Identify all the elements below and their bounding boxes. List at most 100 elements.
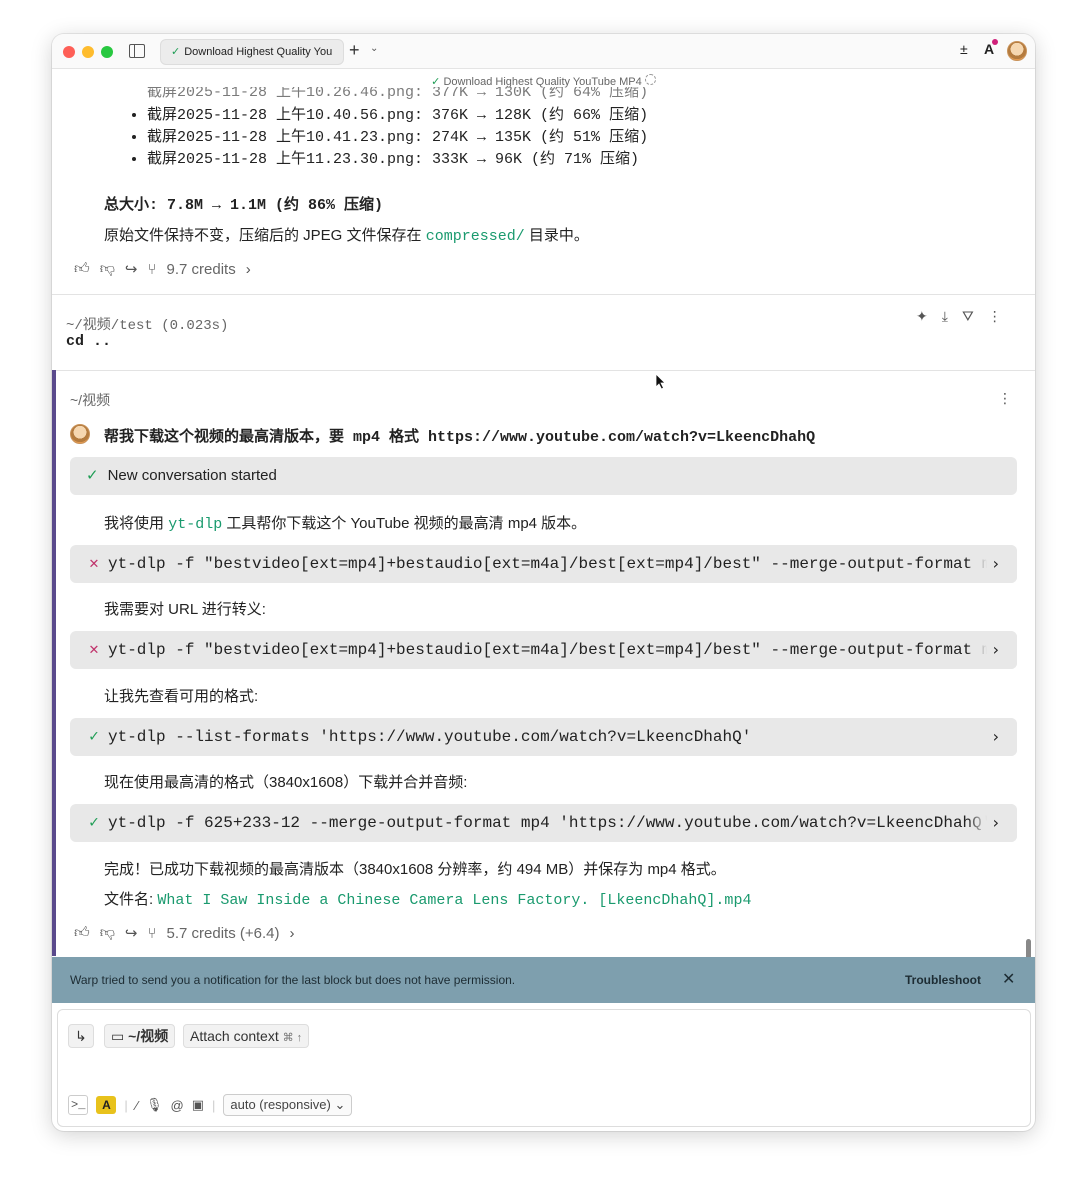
more-icon[interactable]: ⋮ bbox=[988, 308, 1016, 324]
msg-text: 工具帮你下载这个 YouTube 视频的最高清 mp4 版本。 bbox=[226, 515, 587, 532]
block-path: ~/视频/test (0.023s) bbox=[66, 318, 229, 334]
divider bbox=[52, 370, 1035, 371]
chevron-right-icon[interactable]: › bbox=[246, 261, 251, 278]
agent-message: 我将使用 yt-dlp 工具帮你下载这个 YouTube 视频的最高清 mp4 … bbox=[104, 512, 586, 533]
avatar[interactable] bbox=[1007, 41, 1027, 64]
file-label: 文件名: bbox=[104, 891, 154, 908]
check-icon: ✓ bbox=[171, 46, 181, 58]
tool-name: yt-dlp bbox=[168, 516, 223, 533]
agent-message: 现在使用最高清的格式（3840x1608）下载并合并音频: bbox=[104, 774, 468, 791]
file-name-row: 文件名: What I Saw Inside a Chinese Camera … bbox=[104, 888, 751, 909]
agent-message: 完成！已成功下载视频的最高清版本（3840x1608 分辨率，约 494 MB）… bbox=[104, 861, 726, 878]
input-toolbar: >_ A | ⁄ 🎙︎ @ ▣ | auto (responsive) ⌄ bbox=[68, 1094, 353, 1116]
error-icon: ✕ bbox=[89, 641, 99, 659]
check-icon: ✓ bbox=[86, 467, 99, 484]
dir-link[interactable]: compressed/ bbox=[426, 228, 525, 245]
agent-mode-icon[interactable]: A bbox=[96, 1096, 117, 1114]
minimize-window-button[interactable] bbox=[82, 46, 94, 58]
command-block-failed[interactable]: ✕ yt-dlp -f "bestvideo[ext=mp4]+bestaudio… bbox=[70, 631, 1017, 669]
command-block-success[interactable]: ✓ yt-dlp -f 625+233-12 --merge-output-for… bbox=[70, 804, 1017, 842]
command-text: yt-dlp --list-formats 'https://www.youtu… bbox=[108, 728, 752, 746]
close-icon[interactable]: ✕ bbox=[1002, 969, 1015, 989]
error-icon: ✕ bbox=[89, 555, 99, 573]
thumbs-down-icon[interactable]: 👎︎ bbox=[100, 260, 115, 278]
folder-icon: ▭ bbox=[111, 1028, 125, 1044]
file-list: 截屏2025-11-28 上午10.40.56.png: 376K → 128K… bbox=[118, 86, 648, 171]
reply-icon[interactable]: ↪ bbox=[125, 260, 138, 278]
agent-message: 让我先查看可用的格式: bbox=[104, 688, 259, 705]
shortcut-hint: ⌘ ↑ bbox=[282, 1032, 303, 1044]
file-link[interactable]: What I Saw Inside a Chinese Camera Lens … bbox=[157, 892, 751, 909]
notification-text: Warp tried to send you a notification fo… bbox=[70, 973, 516, 987]
chevron-right-icon[interactable]: › bbox=[967, 545, 1017, 583]
branch-icon[interactable]: ⑂ bbox=[148, 261, 157, 278]
new-tab-button[interactable]: + bbox=[349, 40, 360, 61]
tab-title: Download Highest Quality You bbox=[184, 46, 333, 58]
spinner-icon bbox=[644, 74, 656, 85]
chevron-right-icon[interactable]: › bbox=[967, 718, 1017, 756]
note-text: 目录中。 bbox=[528, 227, 589, 244]
notification-banner: Warp tried to send you a notification fo… bbox=[52, 957, 1035, 1003]
download-icon[interactable]: ⤓ bbox=[942, 308, 962, 324]
reply-mode-icon[interactable]: ↳ bbox=[68, 1024, 94, 1048]
chevron-right-icon[interactable]: › bbox=[967, 804, 1017, 842]
thumbs-up-icon[interactable]: 👍︎ bbox=[74, 924, 90, 942]
filter-icon[interactable]: ⛛ bbox=[962, 308, 988, 324]
block-actions: ✦⤓⛛⋮ bbox=[916, 308, 1016, 325]
command-block-success[interactable]: ✓ yt-dlp --list-formats 'https://www.yout… bbox=[70, 718, 1017, 756]
credits-label[interactable]: 5.7 credits (+6.4) bbox=[167, 925, 280, 942]
chevron-right-icon[interactable]: › bbox=[967, 631, 1017, 669]
model-label: auto (responsive) bbox=[230, 1097, 331, 1112]
list-item: 截屏2025-11-28 上午10.40.56.png: 376K → 128K… bbox=[147, 105, 648, 127]
command-text: yt-dlp -f "bestvideo[ext=mp4]+bestaudio[… bbox=[108, 641, 1011, 659]
plus-minus-icon[interactable]: ± bbox=[960, 41, 968, 57]
feedback-row: 👍︎ 👎︎ ↪ ⑂ 9.7 credits › bbox=[74, 260, 251, 278]
branch-icon[interactable]: ⑂ bbox=[148, 925, 157, 942]
divider: | bbox=[211, 1097, 216, 1113]
attach-context-button[interactable]: Attach context ⌘ ↑ bbox=[183, 1024, 310, 1048]
terminal-mode-icon[interactable]: >_ bbox=[68, 1095, 89, 1115]
total-size: 总大小: 7.8M → 1.1M (约 86% 压缩) bbox=[104, 197, 384, 214]
avatar bbox=[70, 424, 90, 444]
pin-icon[interactable]: ✦ bbox=[916, 308, 942, 324]
command-block-failed[interactable]: ✕ yt-dlp -f "bestvideo[ext=mp4]+bestaudio… bbox=[70, 545, 1017, 583]
troubleshoot-button[interactable]: Troubleshoot bbox=[905, 973, 981, 987]
command-text: yt-dlp -f "bestvideo[ext=mp4]+bestaudio[… bbox=[108, 555, 1011, 573]
directory-chip[interactable]: ▭ ~/视频 bbox=[104, 1024, 176, 1048]
tab-active[interactable]: ✓ Download Highest Quality You bbox=[160, 39, 344, 65]
image-icon[interactable]: ▣ bbox=[192, 1097, 204, 1113]
sidebar-toggle-icon[interactable] bbox=[129, 44, 145, 58]
banner-text: New conversation started bbox=[107, 467, 277, 484]
divider: | bbox=[124, 1097, 128, 1113]
reply-icon[interactable]: ↪ bbox=[125, 924, 138, 942]
list-item: 截屏2025-11-28 上午11.23.30.png: 333K → 96K … bbox=[147, 149, 648, 171]
output-note: 原始文件保持不变，压缩后的 JPEG 文件保存在 compressed/ 目录中… bbox=[104, 224, 589, 245]
zoom-window-button[interactable] bbox=[101, 46, 113, 58]
attach-label: Attach context bbox=[190, 1028, 279, 1044]
more-icon[interactable]: ⋮ bbox=[998, 390, 1026, 407]
notification-dot bbox=[992, 39, 999, 45]
title-bar: ✓ Download Highest Quality You + ⌄ ± A bbox=[52, 34, 1035, 69]
input-area[interactable]: ↳ ▭ ~/视频 Attach context ⌘ ↑ >_ A | ⁄ 🎙︎ … bbox=[57, 1009, 1031, 1127]
feedback-row: 👍︎ 👎︎ ↪ ⑂ 5.7 credits (+6.4) › bbox=[74, 924, 294, 942]
slash-command-icon[interactable]: ⁄ bbox=[136, 1098, 138, 1113]
list-item: 截屏2025-11-28 上午10.41.23.png: 274K → 135K… bbox=[147, 127, 648, 149]
directory-label: ~/视频 bbox=[128, 1028, 169, 1044]
mention-icon[interactable]: @ bbox=[170, 1098, 183, 1113]
thumbs-up-icon[interactable]: 👍︎ bbox=[74, 260, 90, 278]
model-select[interactable]: auto (responsive) ⌄ bbox=[223, 1094, 353, 1116]
agent-icon[interactable]: A bbox=[984, 39, 1000, 57]
check-icon: ✓ bbox=[89, 814, 99, 832]
chevron-right-icon[interactable]: › bbox=[289, 925, 294, 942]
divider bbox=[52, 294, 1035, 295]
active-block-indicator bbox=[52, 370, 56, 956]
thumbs-down-icon[interactable]: 👎︎ bbox=[100, 924, 115, 942]
close-window-button[interactable] bbox=[63, 46, 75, 58]
command-text: yt-dlp -f 625+233-12 --merge-output-form… bbox=[108, 814, 992, 832]
note-text: 原始文件保持不变，压缩后的 JPEG 文件保存在 bbox=[104, 227, 422, 244]
microphone-icon[interactable]: 🎙︎ bbox=[146, 1097, 163, 1113]
chevron-down-icon[interactable]: ⌄ bbox=[370, 43, 378, 54]
block-command: cd .. bbox=[66, 333, 112, 350]
credits-label[interactable]: 9.7 credits bbox=[167, 261, 236, 278]
app-window: ✓ Download Highest Quality You + ⌄ ± A ✓ … bbox=[52, 34, 1035, 1131]
